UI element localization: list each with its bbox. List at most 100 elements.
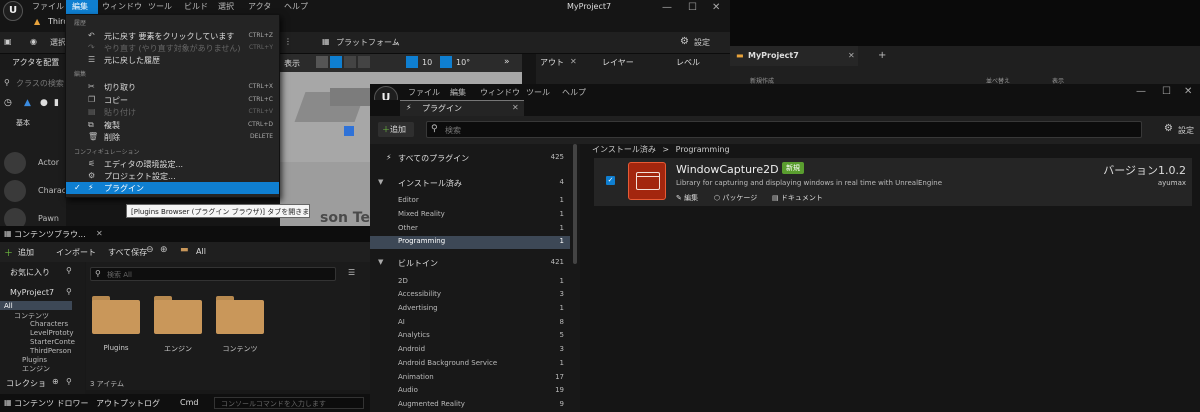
viewport-expand-icon[interactable]: » (504, 57, 510, 67)
breadcrumb-all[interactable]: All (196, 247, 206, 256)
add-plugin-button[interactable]: ＋追加 (378, 122, 414, 137)
asset-search-input[interactable]: ⚲ 検索 All (90, 267, 336, 281)
category-all-plugins[interactable]: ⚡ すべてのプラグイン 425 (370, 152, 570, 165)
project-section[interactable]: MyProject7 (10, 288, 54, 297)
class-item-actor[interactable]: Actor (0, 150, 66, 176)
import-button[interactable]: インポート (56, 247, 96, 258)
project-tab[interactable]: ▬ MyProject7 ✕ (730, 46, 858, 66)
menu-actor[interactable]: アクタ (248, 1, 271, 12)
place-actors-title[interactable]: アクタを配置 (0, 54, 66, 70)
category-audio[interactable]: Audio 19 (370, 385, 570, 398)
menu-item-redo[interactable]: ↷ やり直す (やり直す対象がありません) CTRL+Y (66, 42, 279, 54)
menu-item-editor-preferences[interactable]: ⚟ エディタの環境設定... (66, 158, 279, 170)
menu-edit[interactable]: 編集 (450, 87, 466, 98)
tree-item-thirdperson[interactable]: ThirdPerson (30, 347, 71, 355)
arrow-left-icon[interactable]: ⊖ (146, 245, 154, 255)
menu-item-undo[interactable]: ↶ 元に戻す 要素をクリックしています CTRL+Z (66, 30, 279, 42)
scale-tool-icon[interactable] (358, 56, 370, 68)
category-builtin[interactable]: ▼ ビルトイン 421 (370, 257, 570, 270)
category-android-background-service[interactable]: Android Background Service 1 (370, 358, 570, 371)
search-icon[interactable]: ⚲ (66, 287, 72, 296)
collections-section[interactable]: コレクショ (6, 378, 46, 389)
folder-plugins[interactable] (92, 296, 140, 334)
add-button[interactable]: 追加 (18, 247, 34, 258)
search-icon[interactable]: ⚲ (66, 377, 72, 386)
grid-size-value[interactable]: 10 (422, 58, 432, 67)
close-icon[interactable]: ✕ (1184, 86, 1192, 97)
menu-item-copy[interactable]: ❐ コピー CTRL+C (66, 94, 279, 106)
tab-level[interactable]: レベル (676, 57, 700, 68)
menu-edit[interactable]: 編集 (66, 0, 98, 14)
edit-plugin-link[interactable]: ✎ 編集 (676, 193, 698, 203)
lights-icon[interactable]: ● (40, 98, 48, 108)
menu-help[interactable]: ヘルプ (562, 87, 586, 98)
settings-button[interactable]: 設定 (1178, 125, 1194, 136)
maximize-icon[interactable]: ☐ (688, 2, 697, 13)
grid-snap-icon[interactable] (406, 56, 418, 68)
save-icon[interactable]: ▣ (4, 37, 12, 46)
gear-icon[interactable]: ⚙ (1164, 123, 1173, 134)
minimize-icon[interactable]: — (662, 2, 672, 13)
plugin-enabled-checkbox[interactable]: ✓ (606, 176, 615, 185)
category-mixed-reality[interactable]: Mixed Reality 1 (370, 209, 570, 222)
documentation-link[interactable]: ▤ ドキュメント (772, 193, 823, 203)
menu-window[interactable]: ウィンドウ (102, 1, 142, 12)
platform-button[interactable]: プラットフォーム (336, 37, 400, 48)
tree-item-levelprototyping[interactable]: LevelPrototy (30, 329, 74, 337)
menu-item-undo-history[interactable]: ☰ 元に戻した履歴 (66, 54, 279, 66)
category-advertising[interactable]: Advertising 1 (370, 303, 570, 316)
category-installed[interactable]: ▼ インストール済み 4 (370, 177, 570, 190)
search-icon[interactable]: ⚲ (66, 266, 72, 275)
arrow-right-icon[interactable]: ⊕ (160, 245, 168, 255)
package-plugin-link[interactable]: ⬡ パッケージ (714, 193, 757, 203)
class-search-input[interactable]: クラスの検索 (16, 78, 64, 89)
select-tool-icon[interactable] (316, 56, 328, 68)
category-android[interactable]: Android 3 (370, 344, 570, 357)
category-accessibility[interactable]: Accessibility 3 (370, 289, 570, 302)
category-ai[interactable]: AI 8 (370, 317, 570, 330)
tree-item-startercontent[interactable]: StarterConte (30, 338, 75, 346)
menu-tools[interactable]: ツール (148, 1, 172, 12)
chevron-down-icon[interactable]: ⌄ (393, 37, 400, 46)
tab-close-icon[interactable]: ✕ (512, 103, 519, 112)
tab-close-icon[interactable]: ✕ (96, 229, 103, 238)
folder-content[interactable] (216, 296, 264, 334)
content-drawer-button[interactable]: コンテンツ ドロワー (14, 398, 89, 409)
viewport-display-button[interactable]: 表示 (284, 58, 300, 69)
menu-tools[interactable]: ツール (526, 87, 550, 98)
breadcrumb-installed[interactable]: インストール済み (592, 145, 656, 154)
menu-item-paste[interactable]: ▤ 貼り付け CTRL+V (66, 106, 279, 118)
recent-icon[interactable]: ◷ (4, 98, 12, 108)
menu-build[interactable]: ビルド (184, 1, 208, 12)
close-icon[interactable]: ✕ (712, 2, 720, 13)
menu-item-cut[interactable]: ✂ 切り取り CTRL+X (66, 81, 279, 93)
category-editor[interactable]: Editor 1 (370, 195, 570, 208)
console-input[interactable]: コンソールコマンドを入力します (214, 397, 364, 409)
add-icon[interactable]: ⊕ (52, 377, 59, 386)
output-log-button[interactable]: アウトプットログ (96, 398, 160, 409)
angle-snap-value[interactable]: 10° (456, 58, 470, 67)
visual-icon[interactable]: ▮ (54, 98, 59, 108)
toolbar-more-icon[interactable]: ⋮ (284, 37, 292, 46)
tree-item-all[interactable]: All (4, 302, 13, 310)
tab-layers[interactable]: レイヤー (602, 57, 634, 68)
menu-item-plugins[interactable]: ✓ ⚡ プラグイン (66, 182, 279, 194)
category-analytics[interactable]: Analytics 5 (370, 330, 570, 343)
angle-snap-icon[interactable] (440, 56, 452, 68)
menu-item-delete[interactable]: 🗑 削除 DELETE (66, 131, 279, 143)
tab-close-icon[interactable]: ✕ (570, 57, 577, 66)
settings-button[interactable]: 設定 (694, 37, 710, 48)
tab-close-icon[interactable]: ✕ (848, 51, 855, 60)
class-item-character[interactable]: Charact (0, 178, 69, 204)
menu-help[interactable]: ヘルプ (284, 1, 308, 12)
folder-engine[interactable] (154, 296, 202, 334)
plugins-tab[interactable]: ⚡ プラグイン ✕ (400, 100, 524, 116)
cmd-dropdown[interactable]: Cmd (180, 398, 198, 407)
minimize-icon[interactable]: — (1136, 86, 1146, 97)
save-all-button[interactable]: すべて保存 (108, 247, 147, 258)
menu-select[interactable]: 選択 (218, 1, 234, 12)
filter-icon[interactable]: ☰ (348, 268, 355, 277)
category-augmented-reality[interactable]: Augmented Reality 9 (370, 399, 570, 412)
content-browser-tab[interactable]: コンテンツブラウ... (14, 229, 86, 240)
tab-outliner[interactable]: アウト (540, 57, 564, 68)
